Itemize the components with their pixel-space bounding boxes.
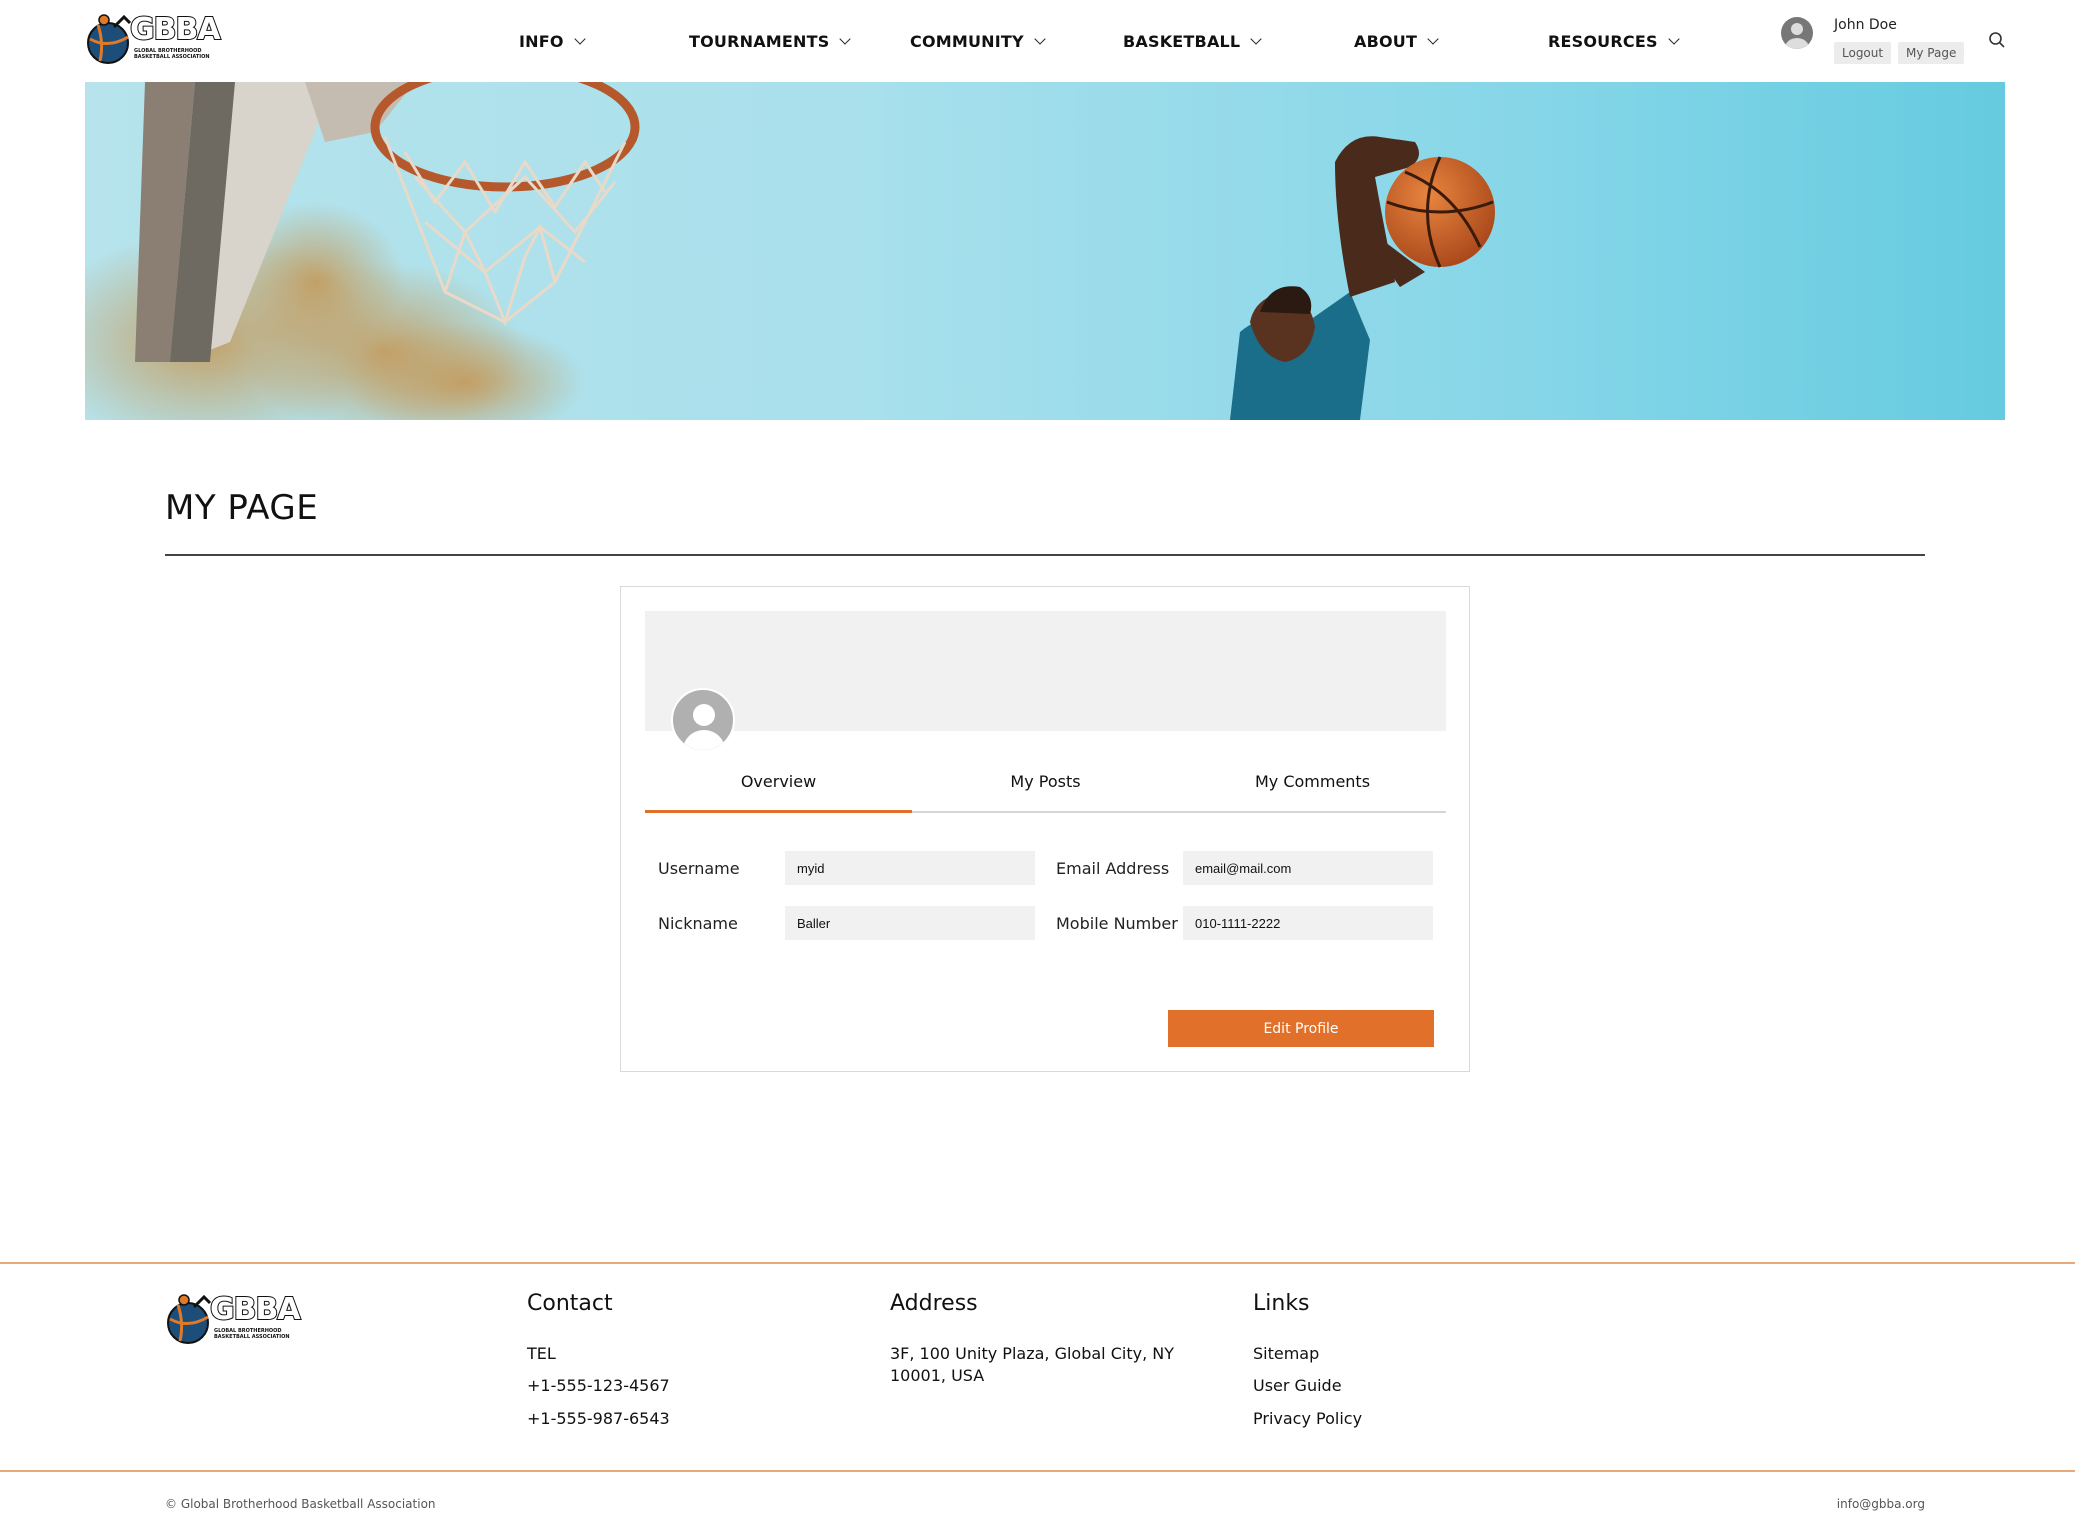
footer-link-user-guide[interactable]: User Guide [1253,1376,1342,1395]
site-header: GBBA GLOBAL BROTHERHOOD BASKETBALL ASSOC… [0,0,2075,82]
username-label: Username [658,859,740,878]
chevron-down-icon [1250,32,1262,45]
copyright-text: © Global Brotherhood Basketball Associat… [165,1497,436,1511]
footer-email-link[interactable]: info@gbba.org [1837,1497,1925,1511]
nav-info[interactable]: INFO [519,29,586,53]
title-divider [165,554,1925,556]
nav-about[interactable]: ABOUT [1354,29,1439,53]
chevron-down-icon [1034,32,1046,45]
nickname-field[interactable]: Baller [785,906,1035,940]
profile-tabs: Overview My Posts My Comments [645,767,1446,813]
edit-profile-button[interactable]: Edit Profile [1168,1010,1434,1047]
hero-banner [85,82,2005,420]
footer-address-line: 3F, 100 Unity Plaza, Global City, NY [890,1344,1174,1363]
footer-phone: +1-555-987-6543 [527,1409,670,1428]
mobile-field[interactable]: 010-1111-2222 [1183,906,1433,940]
footer-address-line: 10001, USA [890,1366,985,1385]
nickname-label: Nickname [658,914,738,933]
profile-avatar-icon[interactable] [671,688,735,752]
logo-wordmark: GBBA [209,1292,302,1327]
chevron-down-icon [1427,32,1439,45]
page-title: MY PAGE [165,488,319,528]
footer-links-heading: Links [1253,1291,1310,1316]
logo-tagline: GLOBAL BROTHERHOOD BASKETBALL ASSOCIATIO… [214,1328,290,1340]
basketball-player-icon [167,1294,212,1344]
user-name: John Doe [1834,17,1897,33]
nav-label: COMMUNITY [910,31,1024,51]
footer-logo[interactable]: GBBA GLOBAL BROTHERHOOD BASKETBALL ASSOC… [164,1293,302,1345]
user-avatar-icon[interactable] [1781,17,1813,49]
logout-button[interactable]: Logout [1834,42,1892,64]
tab-my-posts[interactable]: My Posts [912,767,1179,811]
footer-link-privacy-policy[interactable]: Privacy Policy [1253,1409,1362,1428]
nav-tournaments[interactable]: TOURNAMENTS [689,29,852,53]
chevron-down-icon [574,32,586,45]
tab-overview[interactable]: Overview [645,767,912,813]
my-page-button[interactable]: My Page [1898,42,1965,64]
nav-label: BASKETBALL [1123,31,1241,51]
nav-basketball[interactable]: BASKETBALL [1123,29,1262,53]
search-icon[interactable] [1988,31,2006,49]
site-logo[interactable]: GBBA GLOBAL BROTHERHOOD BASKETBALL ASSOC… [84,13,222,65]
logo-wordmark: GBBA [129,12,222,47]
footer-bottom-divider [0,1470,2075,1472]
email-field[interactable]: email@mail.com [1183,851,1433,885]
nav-label: ABOUT [1354,31,1418,51]
chevron-down-icon [839,32,852,45]
nav-label: INFO [519,31,564,51]
email-label: Email Address [1056,859,1170,878]
chevron-down-icon [1668,32,1680,45]
logo-tagline: GLOBAL BROTHERHOOD BASKETBALL ASSOCIATIO… [134,48,210,60]
footer-link-sitemap[interactable]: Sitemap [1253,1344,1319,1363]
profile-card: Overview My Posts My Comments Username m… [620,586,1470,1072]
hero-banner-image [85,82,1495,420]
footer-tel-label: TEL [527,1344,556,1363]
username-field[interactable]: myid [785,851,1035,885]
footer-phone: +1-555-123-4567 [527,1376,670,1395]
nav-community[interactable]: COMMUNITY [910,29,1046,53]
nav-label: TOURNAMENTS [689,31,830,51]
footer-contact-heading: Contact [527,1291,613,1316]
basketball-player-icon [87,14,132,64]
footer-address-heading: Address [890,1291,978,1316]
nav-resources[interactable]: RESOURCES [1548,29,1680,53]
profile-cover [645,611,1446,731]
mobile-label: Mobile Number [1056,914,1178,933]
footer-top-divider [0,1262,2075,1264]
nav-label: RESOURCES [1548,31,1658,51]
tab-my-comments[interactable]: My Comments [1179,767,1446,811]
